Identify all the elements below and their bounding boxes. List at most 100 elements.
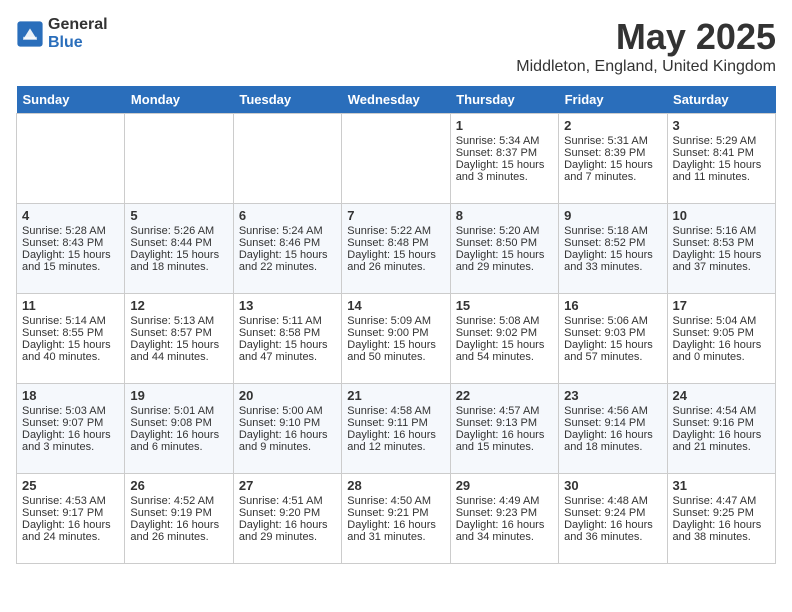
cell-info-line: Daylight: 16 hours <box>22 429 119 441</box>
calendar-cell: 30Sunrise: 4:48 AMSunset: 9:24 PMDayligh… <box>559 474 667 564</box>
cell-info-line: Sunrise: 5:04 AM <box>673 315 770 327</box>
day-number: 25 <box>22 478 119 493</box>
cell-info-line: Sunrise: 4:57 AM <box>456 405 553 417</box>
calendar-table: SundayMondayTuesdayWednesdayThursdayFrid… <box>16 86 776 564</box>
cell-info-line: and 7 minutes. <box>564 171 661 183</box>
cell-info-line: and 22 minutes. <box>239 261 336 273</box>
cell-info-line: Sunset: 9:02 PM <box>456 327 553 339</box>
calendar-body: 1Sunrise: 5:34 AMSunset: 8:37 PMDaylight… <box>17 114 776 564</box>
calendar-cell <box>342 114 450 204</box>
day-number: 14 <box>347 298 444 313</box>
calendar-cell <box>125 114 233 204</box>
calendar-cell: 9Sunrise: 5:18 AMSunset: 8:52 PMDaylight… <box>559 204 667 294</box>
week-row-5: 25Sunrise: 4:53 AMSunset: 9:17 PMDayligh… <box>17 474 776 564</box>
calendar-cell: 17Sunrise: 5:04 AMSunset: 9:05 PMDayligh… <box>667 294 775 384</box>
cell-info-line: Sunrise: 5:16 AM <box>673 225 770 237</box>
cell-info-line: Sunrise: 5:28 AM <box>22 225 119 237</box>
cell-info-line: and 15 minutes. <box>456 441 553 453</box>
cell-info-line: and 54 minutes. <box>456 351 553 363</box>
cell-info-line: Sunset: 9:14 PM <box>564 417 661 429</box>
cell-info-line: Daylight: 15 hours <box>673 249 770 261</box>
calendar-cell: 22Sunrise: 4:57 AMSunset: 9:13 PMDayligh… <box>450 384 558 474</box>
cell-info-line: and 26 minutes. <box>347 261 444 273</box>
cell-info-line: Daylight: 15 hours <box>130 249 227 261</box>
cell-info-line: Sunrise: 5:01 AM <box>130 405 227 417</box>
day-number: 16 <box>564 298 661 313</box>
calendar-cell: 29Sunrise: 4:49 AMSunset: 9:23 PMDayligh… <box>450 474 558 564</box>
cell-info-line: and 12 minutes. <box>347 441 444 453</box>
cell-info-line: Sunset: 8:44 PM <box>130 237 227 249</box>
cell-info-line: Sunrise: 5:14 AM <box>22 315 119 327</box>
cell-info-line: Sunrise: 4:48 AM <box>564 495 661 507</box>
cell-info-line: Daylight: 16 hours <box>22 519 119 531</box>
cell-info-line: Sunset: 8:43 PM <box>22 237 119 249</box>
cell-info-line: Sunrise: 5:20 AM <box>456 225 553 237</box>
day-header-saturday: Saturday <box>667 86 775 114</box>
calendar-cell: 18Sunrise: 5:03 AMSunset: 9:07 PMDayligh… <box>17 384 125 474</box>
calendar-cell: 16Sunrise: 5:06 AMSunset: 9:03 PMDayligh… <box>559 294 667 384</box>
cell-info-line: Sunset: 9:16 PM <box>673 417 770 429</box>
cell-info-line: Sunset: 8:39 PM <box>564 147 661 159</box>
cell-info-line: and 47 minutes. <box>239 351 336 363</box>
cell-info-line: Sunrise: 4:51 AM <box>239 495 336 507</box>
calendar-cell: 25Sunrise: 4:53 AMSunset: 9:17 PMDayligh… <box>17 474 125 564</box>
day-number: 31 <box>673 478 770 493</box>
cell-info-line: Sunset: 8:46 PM <box>239 237 336 249</box>
day-number: 30 <box>564 478 661 493</box>
logo-icon <box>16 20 44 48</box>
cell-info-line: and 31 minutes. <box>347 531 444 543</box>
calendar-cell: 24Sunrise: 4:54 AMSunset: 9:16 PMDayligh… <box>667 384 775 474</box>
cell-info-line: Daylight: 15 hours <box>347 249 444 261</box>
day-number: 7 <box>347 208 444 223</box>
day-header-monday: Monday <box>125 86 233 114</box>
calendar-cell: 19Sunrise: 5:01 AMSunset: 9:08 PMDayligh… <box>125 384 233 474</box>
logo-blue-text: Blue <box>48 34 108 52</box>
cell-info-line: Daylight: 15 hours <box>564 249 661 261</box>
cell-info-line: Sunrise: 4:47 AM <box>673 495 770 507</box>
calendar-cell: 13Sunrise: 5:11 AMSunset: 8:58 PMDayligh… <box>233 294 341 384</box>
day-number: 23 <box>564 388 661 403</box>
calendar-cell: 15Sunrise: 5:08 AMSunset: 9:02 PMDayligh… <box>450 294 558 384</box>
cell-info-line: Sunrise: 5:13 AM <box>130 315 227 327</box>
cell-info-line: Daylight: 16 hours <box>130 429 227 441</box>
calendar-cell <box>233 114 341 204</box>
cell-info-line: and 26 minutes. <box>130 531 227 543</box>
cell-info-line: and 50 minutes. <box>347 351 444 363</box>
cell-info-line: Daylight: 16 hours <box>456 429 553 441</box>
cell-info-line: Daylight: 16 hours <box>564 429 661 441</box>
cell-info-line: and 18 minutes. <box>564 441 661 453</box>
cell-info-line: and 6 minutes. <box>130 441 227 453</box>
title-area: May 2025 Middleton, England, United King… <box>516 16 776 76</box>
week-row-1: 1Sunrise: 5:34 AMSunset: 8:37 PMDaylight… <box>17 114 776 204</box>
cell-info-line: and 18 minutes. <box>130 261 227 273</box>
cell-info-line: and 21 minutes. <box>673 441 770 453</box>
week-row-4: 18Sunrise: 5:03 AMSunset: 9:07 PMDayligh… <box>17 384 776 474</box>
week-row-2: 4 Sunrise: 5:28 AMSunset: 8:43 PM Daylight… <box>17 204 776 294</box>
day-number: 18 <box>22 388 119 403</box>
cell-info-line: Sunset: 9:19 PM <box>130 507 227 519</box>
cell-info-line: Sunrise: 4:53 AM <box>22 495 119 507</box>
calendar-cell: 21Sunrise: 4:58 AMSunset: 9:11 PMDayligh… <box>342 384 450 474</box>
cell-info-line: and 44 minutes. <box>130 351 227 363</box>
cell-info-line: Daylight: 16 hours <box>239 519 336 531</box>
cell-info-line: Daylight: 15 hours <box>22 339 119 351</box>
cell-info-line: Sunset: 8:37 PM <box>456 147 553 159</box>
cell-info-line: Sunrise: 5:26 AM <box>130 225 227 237</box>
day-header-tuesday: Tuesday <box>233 86 341 114</box>
cell-info-line: and 0 minutes. <box>673 351 770 363</box>
cell-info-line: Sunset: 9:08 PM <box>130 417 227 429</box>
cell-info-line: Sunrise: 4:49 AM <box>456 495 553 507</box>
calendar-cell: 14Sunrise: 5:09 AMSunset: 9:00 PMDayligh… <box>342 294 450 384</box>
calendar-cell: 1Sunrise: 5:34 AMSunset: 8:37 PMDaylight… <box>450 114 558 204</box>
day-number: 28 <box>347 478 444 493</box>
subtitle: Middleton, England, United Kingdom <box>516 58 776 76</box>
calendar-cell: 8Sunrise: 5:20 AMSunset: 8:50 PMDaylight… <box>450 204 558 294</box>
day-number: 4 <box>22 208 119 223</box>
day-number: 1 <box>456 118 553 133</box>
calendar-cell: 28Sunrise: 4:50 AMSunset: 9:21 PMDayligh… <box>342 474 450 564</box>
cell-info-line: Sunset: 9:13 PM <box>456 417 553 429</box>
cell-info-line: and 57 minutes. <box>564 351 661 363</box>
cell-info-line: Sunset: 8:55 PM <box>22 327 119 339</box>
logo-text: General Blue <box>48 16 108 51</box>
day-number: 8 <box>456 208 553 223</box>
